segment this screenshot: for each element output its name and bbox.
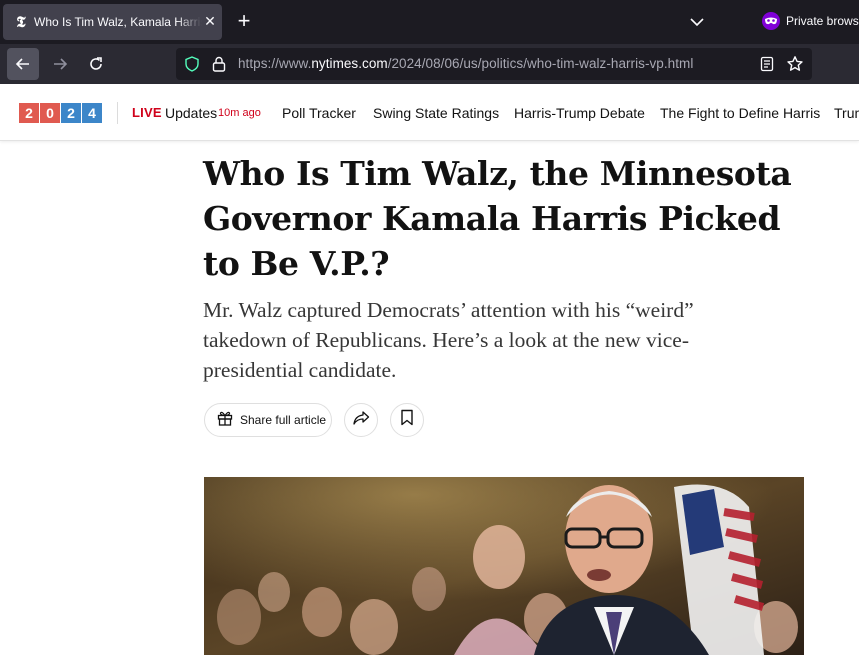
- tab-strip: 𝕿 Who Is Tim Walz, Kamala Harris Picked …: [0, 0, 859, 44]
- close-tab-icon[interactable]: ✕: [202, 13, 218, 29]
- site-navigation: 2 0 2 4 LIVE Updates 10m ago Poll Tracke…: [0, 84, 859, 141]
- badge-digit: 2: [61, 103, 81, 123]
- navigation-toolbar: https://www.nytimes.com/2024/08/06/us/po…: [0, 44, 859, 84]
- arrow-right-icon: [54, 58, 68, 70]
- nav-link-swing-state-ratings[interactable]: Swing State Ratings: [373, 105, 499, 121]
- tracking-protection-shield-icon[interactable]: [184, 56, 200, 77]
- share-full-article-button[interactable]: Share full article: [204, 403, 332, 437]
- article-headline: Who Is Tim Walz, the Minnesota Governor …: [203, 154, 792, 283]
- live-label[interactable]: LIVE: [132, 105, 162, 120]
- live-updates-link[interactable]: Updates: [165, 105, 217, 121]
- tab-title: Who Is Tim Walz, Kamala Harris Picked to…: [34, 15, 202, 29]
- save-article-button[interactable]: [390, 403, 424, 437]
- updated-ago-timestamp: 10m ago: [218, 107, 261, 119]
- gift-icon: [216, 409, 234, 432]
- url-path: /2024/08/06/us/politics/who-tim-walz-har…: [387, 56, 694, 71]
- private-browsing-label: Private browsing: [786, 14, 859, 28]
- badge-digit: 2: [19, 103, 39, 123]
- url-prefix: https://www.: [238, 56, 312, 71]
- chevron-down-icon[interactable]: [688, 13, 706, 31]
- nyt-logo-icon: 𝕿: [16, 13, 26, 31]
- forward-button[interactable]: [44, 48, 76, 80]
- back-button[interactable]: [7, 48, 39, 80]
- lock-icon[interactable]: [211, 55, 227, 78]
- share-full-article-label: Share full article: [240, 413, 327, 427]
- article-summary: Mr. Walz captured Democrats’ attention w…: [203, 298, 694, 382]
- nav-divider: [117, 102, 118, 124]
- url-host: nytimes.com: [311, 56, 388, 71]
- badge-digit: 4: [82, 103, 102, 123]
- nav-link-fight-to-define-harris[interactable]: The Fight to Define Harris: [660, 105, 820, 121]
- election-2024-badge[interactable]: 2 0 2 4: [19, 103, 103, 123]
- url-text[interactable]: https://www.nytimes.com/2024/08/06/us/po…: [238, 56, 693, 72]
- address-bar[interactable]: https://www.nytimes.com/2024/08/06/us/po…: [176, 48, 812, 80]
- private-mask-icon: [762, 12, 780, 30]
- star-icon[interactable]: [786, 55, 804, 78]
- nav-link-harris-trump-debate[interactable]: Harris-Trump Debate: [514, 105, 645, 121]
- share-arrow-icon: [352, 410, 370, 431]
- reader-view-icon[interactable]: [759, 56, 775, 77]
- share-button[interactable]: [344, 403, 378, 437]
- arrow-left-icon: [15, 58, 29, 70]
- reload-icon: [90, 57, 102, 70]
- new-tab-button[interactable]: +: [234, 10, 254, 32]
- bookmark-icon: [400, 409, 414, 431]
- nav-link-trump[interactable]: Trump: [834, 105, 859, 121]
- photo-illustration: [204, 477, 804, 655]
- private-browsing-indicator: Private browsing: [762, 12, 859, 30]
- article-lead-photo: [204, 477, 804, 655]
- reload-button[interactable]: [80, 48, 112, 80]
- browser-tab[interactable]: 𝕿 Who Is Tim Walz, Kamala Harris Picked …: [3, 4, 222, 40]
- nav-link-poll-tracker[interactable]: Poll Tracker: [282, 105, 356, 121]
- badge-digit: 0: [40, 103, 60, 123]
